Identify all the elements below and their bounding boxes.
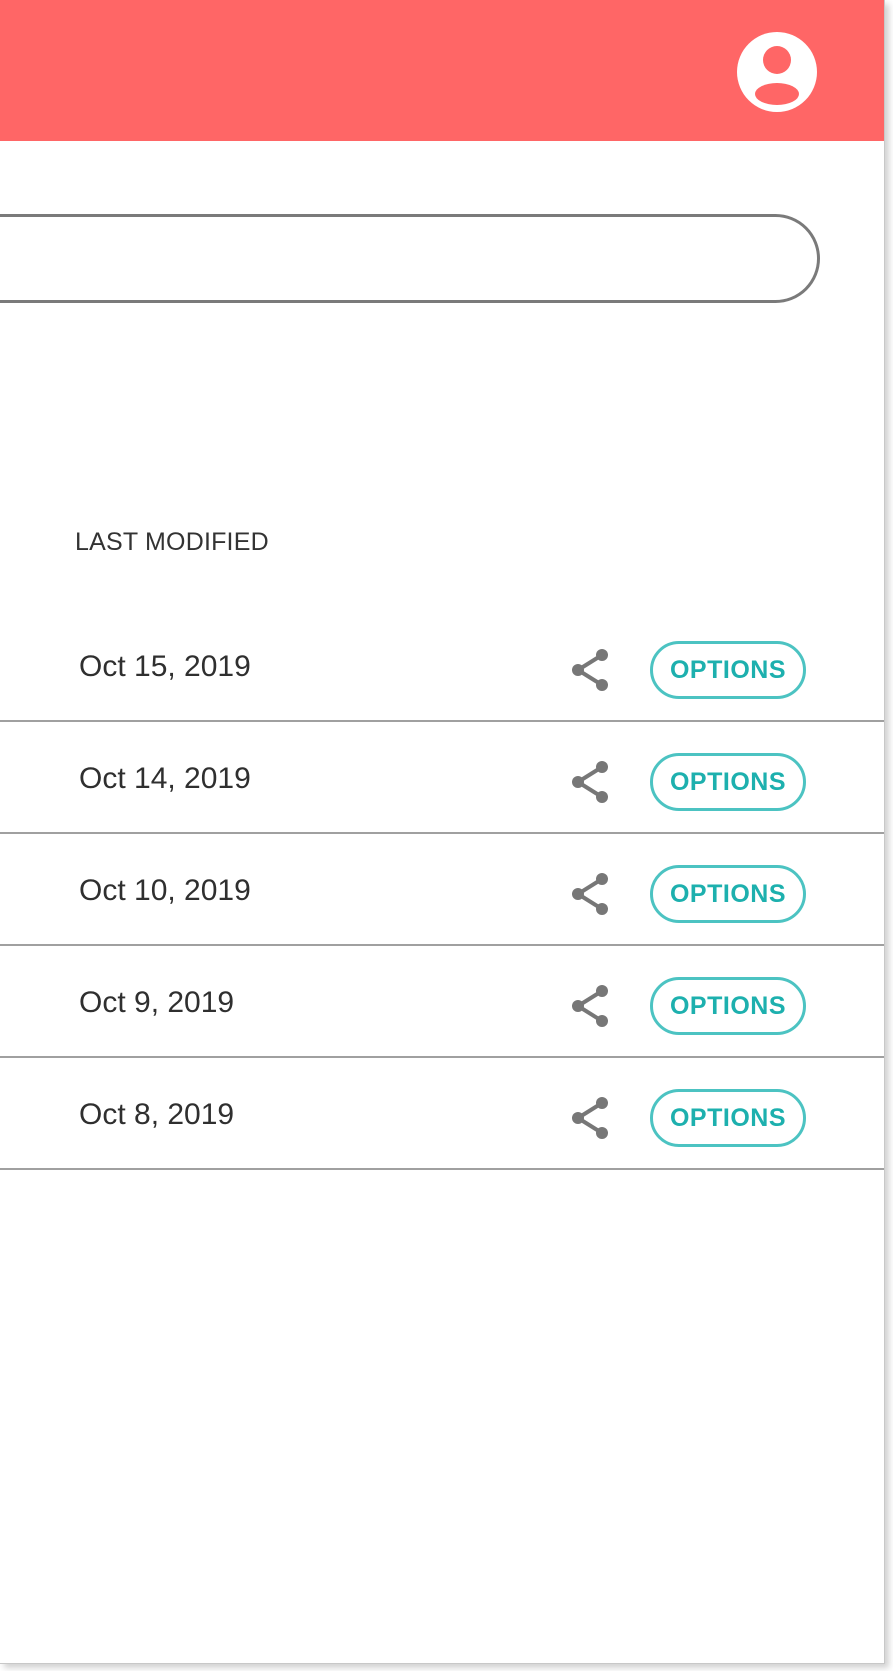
last-modified-date: Oct 9, 2019 <box>79 986 235 1019</box>
app-window: LAST MODIFIED Oct 15, 2019 OPTIONS Oct 1… <box>0 0 885 1664</box>
share-icon[interactable] <box>570 648 610 692</box>
user-avatar-icon[interactable] <box>737 32 817 112</box>
table-row[interactable]: Oct 15, 2019 OPTIONS <box>0 610 884 722</box>
column-header-last-modified[interactable]: LAST MODIFIED <box>75 528 269 557</box>
options-button[interactable]: OPTIONS <box>650 865 806 923</box>
top-bar <box>0 0 884 141</box>
last-modified-date: Oct 14, 2019 <box>79 762 251 795</box>
last-modified-date: Oct 15, 2019 <box>79 650 251 683</box>
table-row[interactable]: Oct 8, 2019 OPTIONS <box>0 1058 884 1170</box>
search-bar[interactable] <box>0 214 820 303</box>
options-button[interactable]: OPTIONS <box>650 753 806 811</box>
options-button[interactable]: OPTIONS <box>650 977 806 1035</box>
last-modified-date: Oct 10, 2019 <box>79 874 251 907</box>
search-input[interactable] <box>33 235 757 285</box>
share-icon[interactable] <box>570 984 610 1028</box>
table-row[interactable]: Oct 14, 2019 OPTIONS <box>0 722 884 834</box>
share-icon[interactable] <box>570 760 610 804</box>
share-icon[interactable] <box>570 872 610 916</box>
options-button[interactable]: OPTIONS <box>650 641 806 699</box>
table-row[interactable]: Oct 10, 2019 OPTIONS <box>0 834 884 946</box>
options-button[interactable]: OPTIONS <box>650 1089 806 1147</box>
share-icon[interactable] <box>570 1096 610 1140</box>
table-row[interactable]: Oct 9, 2019 OPTIONS <box>0 946 884 1058</box>
last-modified-date: Oct 8, 2019 <box>79 1098 235 1131</box>
